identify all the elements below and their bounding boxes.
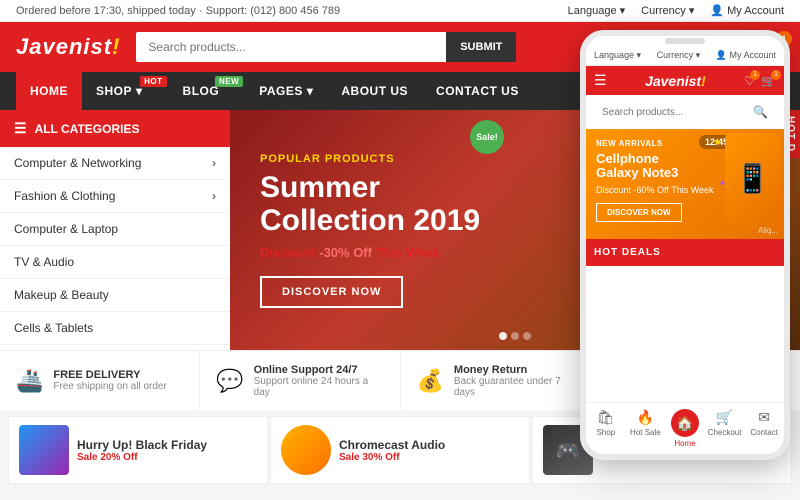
home-icon: 🏠 (671, 409, 699, 437)
phone-nav-hotsale[interactable]: 🔥 Hot Sale (626, 403, 666, 454)
shop-icon: 🛍 (597, 409, 615, 426)
nav-pages[interactable]: PAGES ▾ (245, 72, 327, 110)
nav-contact[interactable]: CONTACT US (422, 72, 533, 110)
phone-lang[interactable]: Language ▾ (594, 50, 641, 61)
phone-header: ☰ Javenist! ♡1 🛒1 (586, 66, 784, 95)
top-bar: Ordered before 17:30, shipped today · Su… (0, 0, 800, 22)
account-link[interactable]: 👤 My Account (710, 4, 784, 17)
logo: Javenist! (16, 34, 120, 60)
sidebar-item-5[interactable]: Cells & Tablets (0, 312, 230, 345)
product-sale-0: Sale 20% Off (77, 452, 207, 463)
nav-shop[interactable]: SHOP ▾ Hot (82, 72, 169, 110)
phone-bottom-nav: 🛍 Shop 🔥 Hot Sale 🏠 Home 🛒 Checkout ✉ (586, 402, 784, 454)
feature-delivery-sub: Free shipping on all order (53, 381, 166, 392)
hot-badge: Hot (140, 76, 166, 87)
checkout-icon: 🛒 (716, 409, 733, 426)
sidebar-item-3[interactable]: TV & Audio (0, 246, 230, 279)
nav-blog[interactable]: BLOG New (169, 72, 246, 110)
phone-cart-icon[interactable]: 🛒1 (761, 74, 776, 88)
feature-support-sub: Support online 24 hours a day (254, 376, 384, 398)
feature-return-sub: Back guarantee under 7 days (454, 376, 584, 398)
nav-home[interactable]: HOME (16, 72, 82, 110)
phone-account[interactable]: 👤 My Account (716, 50, 776, 61)
discount-value: -30% Off (319, 245, 372, 260)
sidebar-item-0[interactable]: Computer & Networking › (0, 147, 230, 180)
language-selector[interactable]: Language ▾ (568, 4, 626, 17)
support-icon: 💬 (216, 368, 243, 394)
product-card-1[interactable]: Chromecast Audio Sale 30% Off (270, 416, 530, 484)
phone-search-icon[interactable]: 🔍 (753, 105, 768, 119)
currency-selector[interactable]: Currency ▾ (641, 4, 694, 17)
phone-nav-contact[interactable]: ✉ Contact (744, 403, 784, 454)
return-icon: 💰 (417, 368, 444, 394)
phone-search-input[interactable] (602, 107, 749, 118)
phone-currency[interactable]: Currency ▾ (657, 50, 701, 61)
chevron-right-icon: › (212, 156, 216, 170)
search-input[interactable] (136, 32, 446, 62)
feature-support: 💬 Online Support 24/7 Support online 24 … (200, 351, 400, 410)
sidebar-item-4[interactable]: Makeup & Beauty (0, 279, 230, 312)
hotsale-icon: 🔥 (637, 409, 654, 426)
hero-title: Summer Collection 2019 (260, 171, 480, 237)
hero-content: POPULAR PRODUCTS Summer Collection 2019 … (260, 153, 480, 308)
phone-mockup: Language ▾ Currency ▾ 👤 My Account ☰ Jav… (580, 30, 790, 460)
phone-menu-icon[interactable]: ☰ (594, 72, 607, 89)
sidebar-item-1[interactable]: Fashion & Clothing › (0, 180, 230, 213)
new-badge: New (215, 76, 243, 87)
feature-delivery-title: FREE DELIVERY (53, 369, 166, 381)
phone-hot-deals: HOT DEALS (586, 239, 784, 266)
phone-hero: 12:45 13Days NEW ARRIVALS Cellphone Gala… (586, 129, 784, 239)
delivery-icon: 🚢 (16, 368, 43, 394)
feature-return: 💰 Money Return Back guarantee under 7 da… (401, 351, 601, 410)
nav-about[interactable]: ABOUT US (327, 72, 422, 110)
product-title-0: Hurry Up! Black Friday (77, 438, 207, 452)
phone-discover-button[interactable]: DISCOVER NOW (596, 203, 682, 222)
phone-cart-icons: ♡1 🛒1 (744, 74, 776, 88)
phone-search-bar: 🔍 (594, 101, 776, 123)
feature-return-title: Money Return (454, 364, 584, 376)
phone-logo: Javenist! (645, 73, 706, 89)
phone-top-bar: Language ▾ Currency ▾ 👤 My Account (586, 46, 784, 66)
feature-support-title: Online Support 24/7 (254, 364, 384, 376)
sidebar-item-2[interactable]: Computer & Laptop (0, 213, 230, 246)
hero-discount: Discount -30% Off This Week (260, 245, 480, 260)
product-card-0[interactable]: Hurry Up! Black Friday Sale 20% Off (8, 416, 268, 484)
phone-nav-home[interactable]: 🏠 Home (665, 403, 705, 454)
sidebar-header: ☰ ALL CATEGORIES (0, 110, 230, 147)
contact-icon: ✉ (758, 409, 770, 426)
hero-discover-button[interactable]: DISCOVER NOW (260, 276, 403, 308)
search-button[interactable]: SUBMIT (446, 32, 516, 62)
chevron-right-icon: › (212, 189, 216, 203)
feature-delivery: 🚢 FREE DELIVERY Free shipping on all ord… (0, 351, 200, 410)
sidebar: ☰ ALL CATEGORIES Computer & Networking ›… (0, 110, 230, 350)
phone-nav-checkout[interactable]: 🛒 Checkout (705, 403, 745, 454)
product-sale-1: Sale 30% Off (339, 452, 445, 463)
top-bar-info: Ordered before 17:30, shipped today · Su… (16, 5, 340, 17)
phone-wishlist-icon[interactable]: ♡1 (744, 74, 755, 88)
top-bar-right: Language ▾ Currency ▾ 👤 My Account (568, 4, 784, 17)
phone-nav-shop[interactable]: 🛍 Shop (586, 403, 626, 454)
hero-label: POPULAR PRODUCTS (260, 153, 480, 165)
page-wrapper: Ordered before 17:30, shipped today · Su… (0, 0, 800, 500)
search-bar: SUBMIT (136, 32, 516, 62)
sale-badge: Sale! (470, 120, 504, 154)
product-title-1: Chromecast Audio (339, 438, 445, 452)
